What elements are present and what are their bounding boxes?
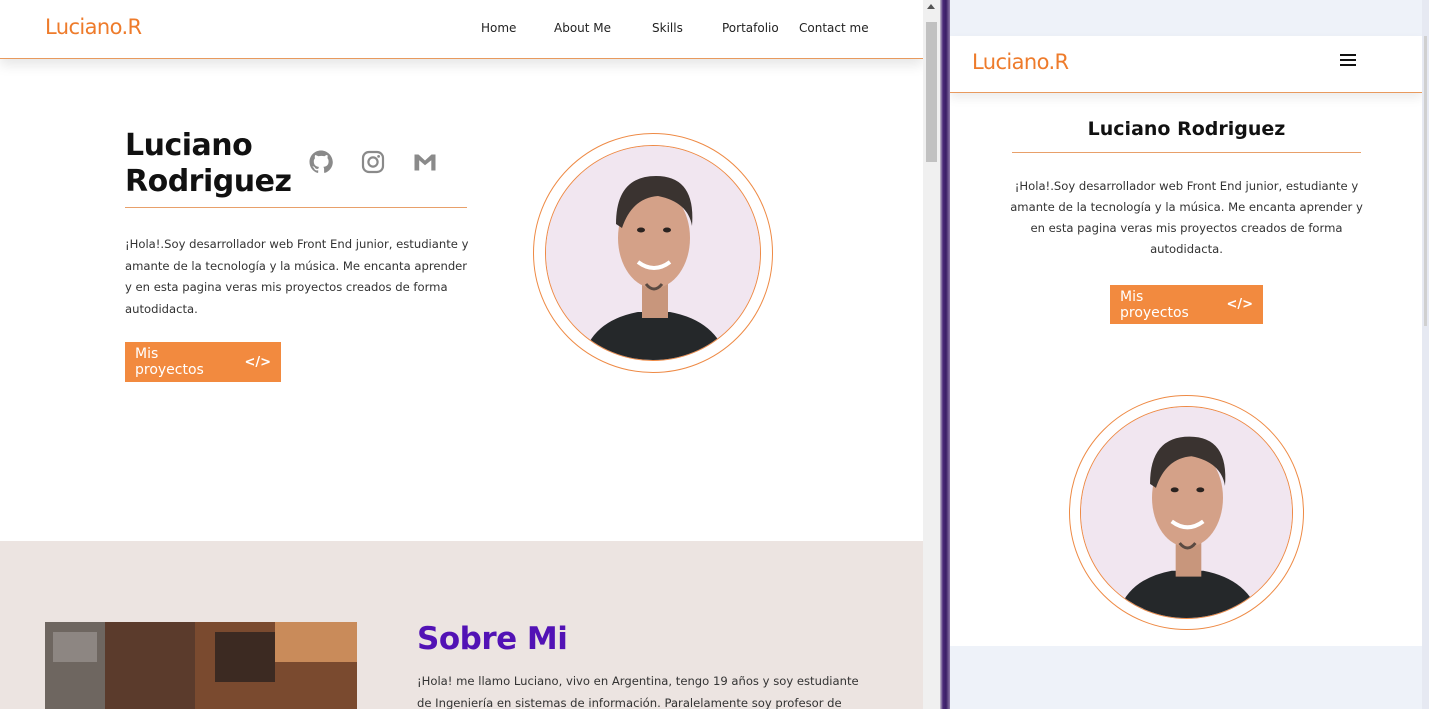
mobile-scrollbar-thumb[interactable] bbox=[1424, 36, 1427, 326]
mobile-my-projects-label: Mis proyectos bbox=[1120, 288, 1189, 321]
hero-name-first: Luciano bbox=[125, 128, 253, 163]
my-projects-label: Mis proyectos bbox=[135, 346, 204, 378]
nav-link-home[interactable]: Home bbox=[481, 21, 516, 35]
nav-link-contact-me[interactable]: Contact me bbox=[799, 21, 869, 35]
mobile-scrollbar[interactable] bbox=[1422, 0, 1429, 709]
hero-name-last: Rodriguez bbox=[125, 164, 292, 199]
instagram-icon[interactable] bbox=[361, 150, 385, 174]
code-icon: </> bbox=[1226, 297, 1253, 312]
nav-link-about-me[interactable]: About Me bbox=[554, 21, 611, 35]
code-icon: </> bbox=[244, 354, 271, 370]
scroll-up-arrow-icon[interactable] bbox=[927, 4, 935, 9]
nav-link-skills[interactable]: Skills bbox=[652, 21, 683, 35]
mobile-page: Luciano.R Luciano Rodriguez ¡Hola!.Soy d… bbox=[950, 36, 1422, 646]
hamburger-line bbox=[1340, 54, 1356, 56]
navbar: Luciano.R Home About Me Skills Portafoli… bbox=[0, 0, 923, 59]
gmail-icon[interactable] bbox=[413, 150, 437, 174]
about-text: ¡Hola! me llamo Luciano, vivo en Argenti… bbox=[417, 674, 859, 709]
nav-link-portafolio[interactable]: Portafolio bbox=[722, 21, 779, 35]
mobile-hero-name: Luciano Rodriguez bbox=[1087, 118, 1286, 140]
about-section: Sobre Mi ¡Hola! me llamo Luciano, vivo e… bbox=[0, 541, 923, 709]
hamburger-line bbox=[1340, 59, 1356, 61]
about-title: Sobre Mi bbox=[417, 621, 568, 657]
hamburger-icon[interactable] bbox=[1340, 54, 1356, 68]
my-projects-button[interactable]: Mis proyectos </> bbox=[125, 342, 281, 382]
split-view-divider[interactable] bbox=[940, 0, 950, 709]
site-logo[interactable]: Luciano.R bbox=[45, 15, 142, 39]
mobile-hero-divider bbox=[1012, 152, 1361, 153]
mobile-profile-photo bbox=[1080, 406, 1293, 619]
mobile-preview: Luciano.R Luciano Rodriguez ¡Hola!.Soy d… bbox=[950, 0, 1429, 709]
desktop-viewport: Luciano.R Home About Me Skills Portafoli… bbox=[0, 0, 923, 709]
about-photo bbox=[45, 622, 357, 709]
hero-divider bbox=[125, 207, 467, 208]
mobile-site-logo[interactable]: Luciano.R bbox=[972, 50, 1069, 74]
mobile-hero-description: ¡Hola!.Soy desarrollador web Front End j… bbox=[1010, 179, 1363, 256]
profile-photo bbox=[545, 145, 761, 361]
github-icon[interactable] bbox=[309, 150, 333, 174]
vertical-scrollbar[interactable] bbox=[923, 0, 940, 709]
scrollbar-thumb[interactable] bbox=[926, 22, 937, 162]
mobile-navbar: Luciano.R bbox=[950, 36, 1422, 93]
hero-name: Luciano Rodriguez bbox=[125, 128, 292, 200]
hamburger-line bbox=[1340, 64, 1356, 66]
mobile-my-projects-button[interactable]: Mis proyectos </> bbox=[1110, 285, 1263, 324]
hero-description: ¡Hola!.Soy desarrollador web Front End j… bbox=[125, 237, 469, 316]
